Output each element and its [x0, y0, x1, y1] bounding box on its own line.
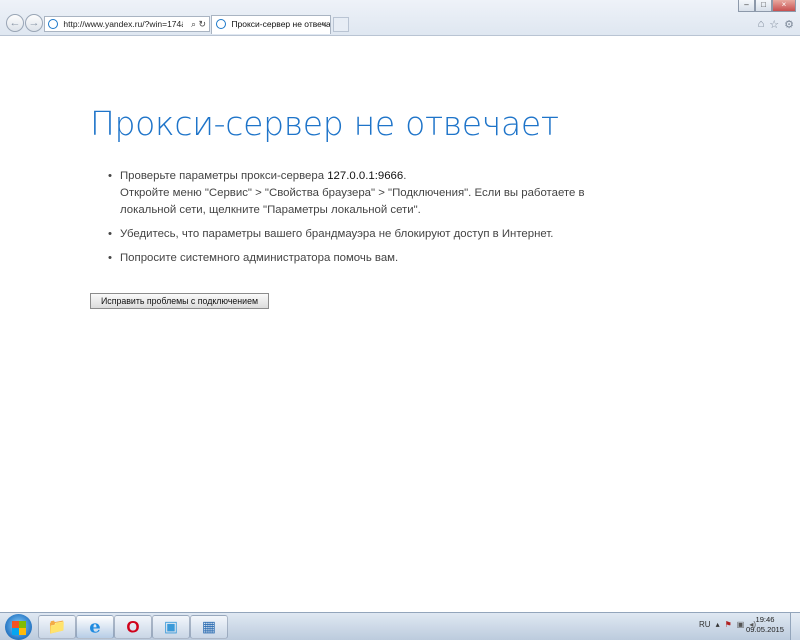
proxy-address: 127.0.0.1:9666	[327, 170, 404, 182]
app-icon: ▣	[163, 618, 179, 636]
windows-logo-part	[19, 621, 26, 628]
network-app-icon: ▦	[201, 618, 217, 636]
language-indicator[interactable]: RU	[699, 620, 711, 629]
address-bar[interactable]: http://www.yandex.ru/?win=174& ⌕ ↻	[44, 16, 210, 32]
tab-close-icon[interactable]: ×	[322, 16, 327, 33]
windows-logo-icon	[12, 621, 19, 628]
opera-icon: O	[126, 617, 140, 637]
back-button[interactable]: ←	[6, 14, 24, 32]
folder-icon: 📁	[47, 618, 67, 636]
taskbar-internet-explorer[interactable]: e	[76, 615, 114, 639]
tab-active[interactable]: Прокси-сервер не отвечает ×	[211, 15, 331, 34]
tray-expand-icon[interactable]: ▴	[716, 620, 720, 629]
tab-title: Прокси-сервер не отвечает	[231, 19, 331, 29]
clock-date: 09.05.2015	[745, 625, 784, 634]
new-tab-button[interactable]	[333, 17, 349, 32]
list-item: • Убедитесь, что параметры вашего брандм…	[108, 226, 608, 243]
page-title: Прокси-сервер не отвечает	[90, 104, 559, 143]
close-window-button[interactable]: ×	[772, 0, 796, 12]
bullet-icon: •	[108, 252, 112, 264]
site-favicon-icon	[48, 19, 58, 29]
list-item: • Проверьте параметры прокси-сервера 127…	[108, 168, 608, 219]
maximize-button[interactable]: □	[755, 0, 772, 12]
settings-gear-icon[interactable]: ⚙	[784, 18, 794, 31]
window-controls: – □ ×	[738, 0, 796, 12]
home-icon[interactable]: ⌂	[758, 18, 765, 31]
bullet-text: Попросите системного администратора помо…	[120, 252, 399, 264]
refresh-icon[interactable]: ↻	[198, 17, 206, 31]
search-icon[interactable]: ⌕	[191, 17, 196, 31]
forward-button[interactable]: →	[25, 14, 43, 32]
windows-logo-part	[19, 628, 26, 635]
taskbar-opera[interactable]: O	[114, 615, 152, 639]
tray-flag-icon[interactable]: ⚑	[725, 620, 732, 629]
bullet-icon: •	[108, 228, 112, 240]
address-url[interactable]: http://www.yandex.ru/?win=174&	[63, 17, 183, 31]
bullet-text-after: .	[403, 170, 407, 182]
show-desktop-button[interactable]	[790, 613, 800, 640]
taskbar-file-explorer[interactable]: 📁	[38, 615, 76, 639]
minimize-button[interactable]: –	[738, 0, 755, 12]
ie-icon: e	[89, 616, 101, 638]
page-content: Прокси-сервер не отвечает • Проверьте па…	[0, 37, 800, 612]
bullet-icon: •	[108, 170, 112, 182]
favorites-icon[interactable]: ☆	[769, 18, 779, 31]
taskbar-app-4[interactable]: ▣	[152, 615, 190, 639]
fix-connection-button[interactable]: Исправить проблемы с подключением	[90, 293, 269, 309]
system-clock[interactable]: 19:46 09.05.2015	[746, 615, 784, 635]
browser-right-icons: ⌂ ☆ ⚙	[758, 18, 794, 31]
windows-logo-part	[12, 628, 19, 635]
clock-time: 19:46	[755, 615, 775, 624]
browser-toolbar: ← → http://www.yandex.ru/?win=174& ⌕ ↻ П…	[0, 0, 800, 36]
bullet-text: Убедитесь, что параметры вашего брандмау…	[120, 228, 554, 240]
bullet-text-before: Проверьте параметры прокси-сервера	[120, 170, 328, 182]
tab-favicon-icon	[216, 19, 226, 29]
start-button[interactable]	[5, 614, 32, 640]
tray-network-icon[interactable]: ▣	[737, 620, 745, 629]
troubleshoot-list: • Проверьте параметры прокси-сервера 127…	[108, 168, 608, 274]
list-item: • Попросите системного администратора по…	[108, 250, 608, 267]
bullet-instructions: Откройте меню "Сервис" > "Свойства брауз…	[120, 187, 585, 216]
taskbar-app-5[interactable]: ▦	[190, 615, 228, 639]
taskbar: 📁 e O ▣ ▦ RU ▴ ⚑ ▣ ◂) 19:46 09.05.2015	[0, 612, 800, 640]
